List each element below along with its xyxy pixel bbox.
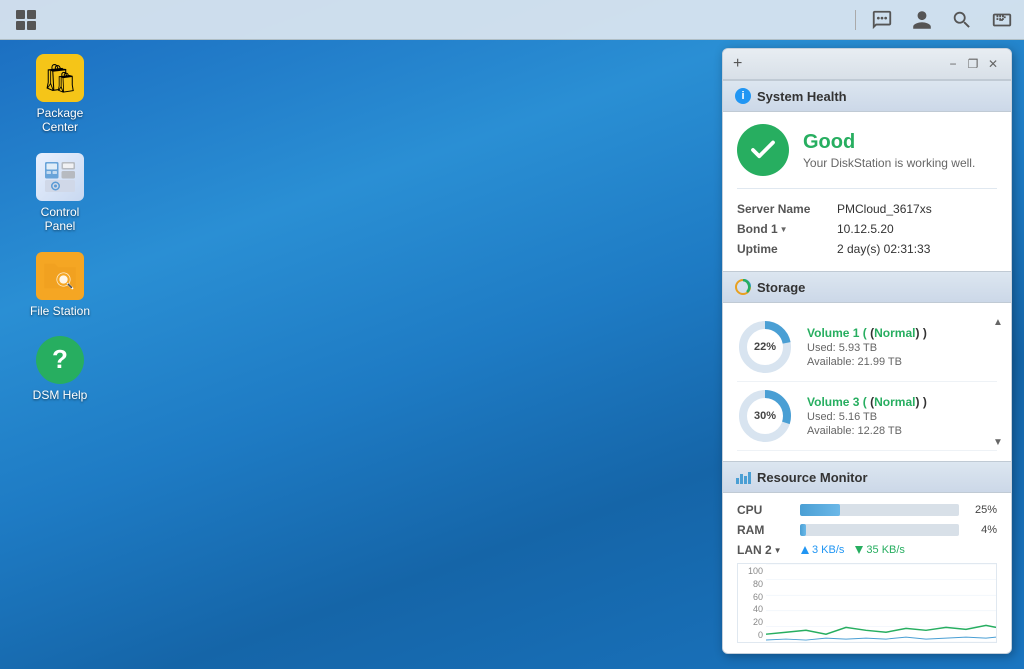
resource-monitor-section-header: Resource Monitor bbox=[723, 461, 1011, 493]
ram-value: 4% bbox=[967, 524, 997, 536]
chat-icon[interactable] bbox=[868, 6, 896, 34]
panel-add-button[interactable]: + bbox=[733, 55, 742, 73]
ram-row: RAM 4% bbox=[737, 523, 997, 537]
cpu-bar-container bbox=[800, 504, 959, 516]
volume-1-available: Available: 21.99 TB bbox=[807, 356, 927, 368]
volume-1-donut: 22% bbox=[737, 319, 793, 375]
control-panel-icon-img bbox=[36, 153, 84, 201]
lan-up-value: 3 KB/s bbox=[800, 544, 844, 556]
package-center-label: Package Center bbox=[24, 106, 96, 135]
server-name-value: PMCloud_3617xs bbox=[837, 202, 932, 216]
search-icon[interactable] bbox=[948, 6, 976, 34]
system-health-section-header: i System Health bbox=[723, 80, 1011, 112]
dsm-help-icon-img: ? bbox=[36, 336, 84, 384]
cpu-bar bbox=[800, 504, 840, 516]
lan-label[interactable]: LAN 2 ▼ bbox=[737, 543, 792, 557]
network-graph: 100 80 60 40 20 0 bbox=[737, 563, 997, 643]
panel-titlebar: + − ❐ ✕ bbox=[723, 49, 1011, 80]
volume-3-available: Available: 12.28 TB bbox=[807, 425, 927, 437]
volume-1-row: 22% Volume 1 ( (Normal) ) Used: 5.93 TB … bbox=[737, 313, 997, 382]
volume-1-pct: 22% bbox=[754, 341, 776, 353]
graph-label-80: 80 bbox=[738, 579, 766, 589]
storage-icon bbox=[735, 279, 751, 295]
uptime-value: 2 day(s) 02:31:33 bbox=[837, 242, 930, 256]
cpu-row: CPU 25% bbox=[737, 503, 997, 517]
desktop-icon-file-station[interactable]: File Station bbox=[20, 248, 100, 322]
cpu-value: 25% bbox=[967, 504, 997, 516]
desktop-icons-container: Package Center bbox=[20, 50, 100, 406]
desktop: Package Center bbox=[0, 0, 1024, 669]
file-station-label: File Station bbox=[30, 304, 90, 318]
user-icon[interactable] bbox=[908, 6, 936, 34]
desktop-icon-control-panel[interactable]: Control Panel bbox=[20, 149, 100, 238]
ram-bar bbox=[800, 524, 806, 536]
restore-button[interactable]: ❐ bbox=[965, 56, 981, 72]
health-info-icon: i bbox=[735, 88, 751, 104]
lan-down-value: 35 KB/s bbox=[854, 544, 905, 556]
storage-scroll-down[interactable]: ▼ bbox=[989, 433, 1007, 451]
storage-scroll-up[interactable]: ▲ bbox=[989, 313, 1007, 331]
ram-label: RAM bbox=[737, 523, 792, 537]
graph-label-100: 100 bbox=[738, 566, 766, 576]
taskbar bbox=[0, 0, 1024, 40]
graph-label-60: 60 bbox=[738, 592, 766, 602]
health-status-desc: Your DiskStation is working well. bbox=[803, 156, 975, 170]
dsm-help-label: DSM Help bbox=[33, 388, 88, 402]
storage-section-header: Storage bbox=[723, 271, 1011, 303]
volume-1-used: Used: 5.93 TB bbox=[807, 342, 927, 354]
volume-3-row: 30% Volume 3 ( (Normal) ) Used: 5.16 TB … bbox=[737, 382, 997, 451]
volume-3-donut: 30% bbox=[737, 388, 793, 444]
resource-monitor-title: Resource Monitor bbox=[757, 470, 868, 485]
graph-label-40: 40 bbox=[738, 604, 766, 614]
graph-svg-area bbox=[766, 564, 996, 642]
minimize-button[interactable]: − bbox=[945, 56, 961, 72]
file-station-icon-img bbox=[36, 252, 84, 300]
volume-3-pct: 30% bbox=[754, 410, 776, 422]
server-name-label: Server Name bbox=[737, 202, 837, 216]
resource-monitor-content: CPU 25% RAM 4% LAN 2 ▼ bbox=[723, 493, 1011, 653]
graph-label-20: 20 bbox=[738, 617, 766, 627]
keyboard-icon[interactable] bbox=[988, 6, 1016, 34]
graph-label-0: 0 bbox=[738, 630, 766, 640]
system-health-content: Good Your DiskStation is working well. S… bbox=[723, 112, 1011, 271]
desktop-icon-dsm-help[interactable]: ? DSM Help bbox=[20, 332, 100, 406]
volume-3-used: Used: 5.16 TB bbox=[807, 411, 927, 423]
volume-1-name: Volume 1 ( (Normal) ) bbox=[807, 326, 927, 340]
apps-grid-button[interactable] bbox=[8, 2, 44, 38]
control-panel-label: Control Panel bbox=[24, 205, 96, 234]
volume-3-name: Volume 3 ( (Normal) ) bbox=[807, 395, 927, 409]
cpu-label: CPU bbox=[737, 503, 792, 517]
bond-value: 10.12.5.20 bbox=[837, 222, 894, 236]
package-center-icon-img bbox=[36, 54, 84, 102]
bond-dropdown[interactable]: Bond 1 ▼ bbox=[737, 222, 837, 236]
system-health-title: System Health bbox=[757, 89, 847, 104]
storage-title: Storage bbox=[757, 280, 805, 295]
health-checkmark-icon bbox=[737, 124, 789, 176]
taskbar-divider bbox=[855, 10, 856, 30]
ram-bar-container bbox=[800, 524, 959, 536]
uptime-label: Uptime bbox=[737, 242, 837, 256]
system-health-panel: + − ❐ ✕ i System Health bbox=[722, 48, 1012, 654]
lan-row: LAN 2 ▼ 3 KB/s 35 KB/s bbox=[737, 543, 997, 557]
resource-monitor-icon bbox=[735, 469, 751, 485]
health-status-text: Good bbox=[803, 131, 975, 154]
desktop-icon-package-center[interactable]: Package Center bbox=[20, 50, 100, 139]
storage-content: ▲ 22% Volume 1 ( (Normal) ) Used: 5.93 T… bbox=[723, 303, 1011, 461]
bond-label: Bond 1 ▼ bbox=[737, 222, 837, 236]
close-button[interactable]: ✕ bbox=[985, 56, 1001, 72]
